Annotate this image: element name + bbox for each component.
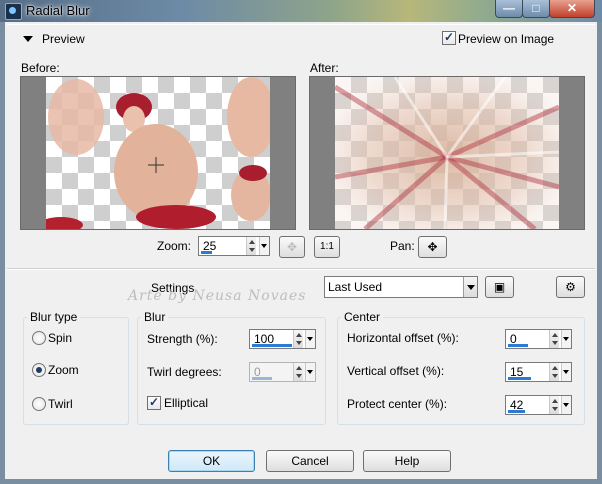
- zoom-label: Zoom:: [157, 239, 192, 253]
- preset-value: Last Used: [328, 280, 383, 294]
- protect-dropdown-arrow[interactable]: [561, 396, 571, 414]
- watermark-text: Arte by Neusa Novaes: [128, 288, 307, 304]
- spin-radio[interactable]: [32, 331, 46, 345]
- protect-center-spinner[interactable]: 42: [505, 395, 572, 415]
- twirl-degrees-label: Twirl degrees:: [147, 365, 222, 379]
- fit-icon: ✥: [286, 240, 298, 254]
- cancel-button[interactable]: Cancel: [266, 450, 354, 472]
- zoom-radio-label[interactable]: Zoom: [48, 363, 79, 377]
- strength-level-bar: [252, 344, 292, 347]
- protect-center-label: Protect center (%):: [347, 397, 448, 411]
- twirl-degrees-spinner[interactable]: 0: [249, 362, 316, 382]
- preview-section-label[interactable]: Preview: [42, 32, 85, 46]
- window-frame-right: [597, 22, 602, 484]
- transparency-checkerboard: [46, 77, 270, 229]
- reset-icon: ⚙: [565, 280, 576, 294]
- vertical-offset-spinner[interactable]: 15: [505, 362, 572, 382]
- twirl-radio[interactable]: [32, 397, 46, 411]
- vertical-level-bar: [508, 377, 531, 380]
- blur-title: Blur: [141, 310, 169, 324]
- preset-dropdown-arrow[interactable]: [463, 277, 477, 297]
- help-button[interactable]: Help: [363, 450, 451, 472]
- pan-button[interactable]: ✥: [418, 236, 447, 258]
- window-title: Radial Blur: [26, 3, 90, 18]
- reset-settings-button[interactable]: ⚙: [556, 276, 585, 298]
- zoom-radio[interactable]: [32, 363, 46, 377]
- after-preview[interactable]: [309, 76, 585, 230]
- before-preview[interactable]: [20, 76, 296, 230]
- window-frame-bottom: [0, 479, 602, 484]
- zoom-dropdown-arrow[interactable]: [259, 237, 269, 255]
- preview-on-image-label[interactable]: Preview on Image: [458, 32, 554, 46]
- move-icon: ✥: [427, 240, 438, 254]
- zoom-spin-arrows[interactable]: [246, 237, 256, 255]
- preset-select[interactable]: Last Used: [324, 276, 478, 298]
- window-frame-left: [0, 22, 5, 484]
- zoom-level-bar: [201, 251, 212, 254]
- zoom-actual-size-button[interactable]: 1:1: [314, 236, 340, 258]
- elliptical-label[interactable]: Elliptical: [164, 396, 208, 410]
- horizontal-offset-spinner[interactable]: 0: [505, 329, 572, 349]
- zoom-spinner[interactable]: 25: [198, 236, 270, 256]
- vertical-offset-label: Vertical offset (%):: [347, 364, 445, 378]
- zoom-fit-button[interactable]: ✥: [279, 236, 305, 258]
- twirl-dropdown-arrow[interactable]: [305, 363, 315, 381]
- vertical-spin-arrows[interactable]: [549, 363, 559, 381]
- horizontal-spin-arrows[interactable]: [549, 330, 559, 348]
- horizontal-dropdown-arrow[interactable]: [561, 330, 571, 348]
- after-label: After:: [310, 61, 339, 75]
- collapse-preview-icon[interactable]: [23, 36, 33, 42]
- before-label: Before:: [21, 61, 60, 75]
- horizontal-offset-label: Horizontal offset (%):: [347, 331, 459, 345]
- horizontal-level-bar: [508, 344, 528, 347]
- twirl-level-bar: [252, 377, 272, 380]
- ok-button[interactable]: OK: [168, 450, 255, 472]
- elliptical-checkbox[interactable]: [147, 395, 161, 410]
- vertical-dropdown-arrow[interactable]: [561, 363, 571, 381]
- center-title: Center: [341, 310, 384, 324]
- minimize-button[interactable]: —: [495, 0, 523, 18]
- strength-label: Strength (%):: [147, 332, 218, 346]
- strength-spinner[interactable]: 100: [249, 329, 316, 349]
- strength-spin-arrows[interactable]: [293, 330, 303, 348]
- divider: [7, 24, 595, 25]
- twirl-spin-arrows[interactable]: [293, 363, 303, 381]
- strength-dropdown-arrow[interactable]: [305, 330, 315, 348]
- spin-label[interactable]: Spin: [48, 331, 72, 345]
- protect-spin-arrows[interactable]: [549, 396, 559, 414]
- twirl-label[interactable]: Twirl: [48, 397, 73, 411]
- before-image: [46, 77, 270, 229]
- protect-level-bar: [508, 410, 525, 413]
- after-image: [335, 77, 559, 229]
- app-icon: [5, 3, 22, 20]
- save-icon: ▣: [493, 280, 506, 294]
- close-button[interactable]: ✕: [549, 0, 595, 18]
- transparency-checkerboard-after: [335, 77, 559, 229]
- preview-on-image-checkbox[interactable]: [442, 30, 456, 45]
- actual-size-icon: 1:1: [320, 241, 334, 252]
- section-divider: [7, 268, 595, 270]
- save-preset-button[interactable]: ▣: [485, 276, 514, 298]
- blur-type-title: Blur type: [27, 310, 81, 324]
- pan-label: Pan:: [390, 239, 415, 253]
- maximize-button[interactable]: □: [522, 0, 550, 18]
